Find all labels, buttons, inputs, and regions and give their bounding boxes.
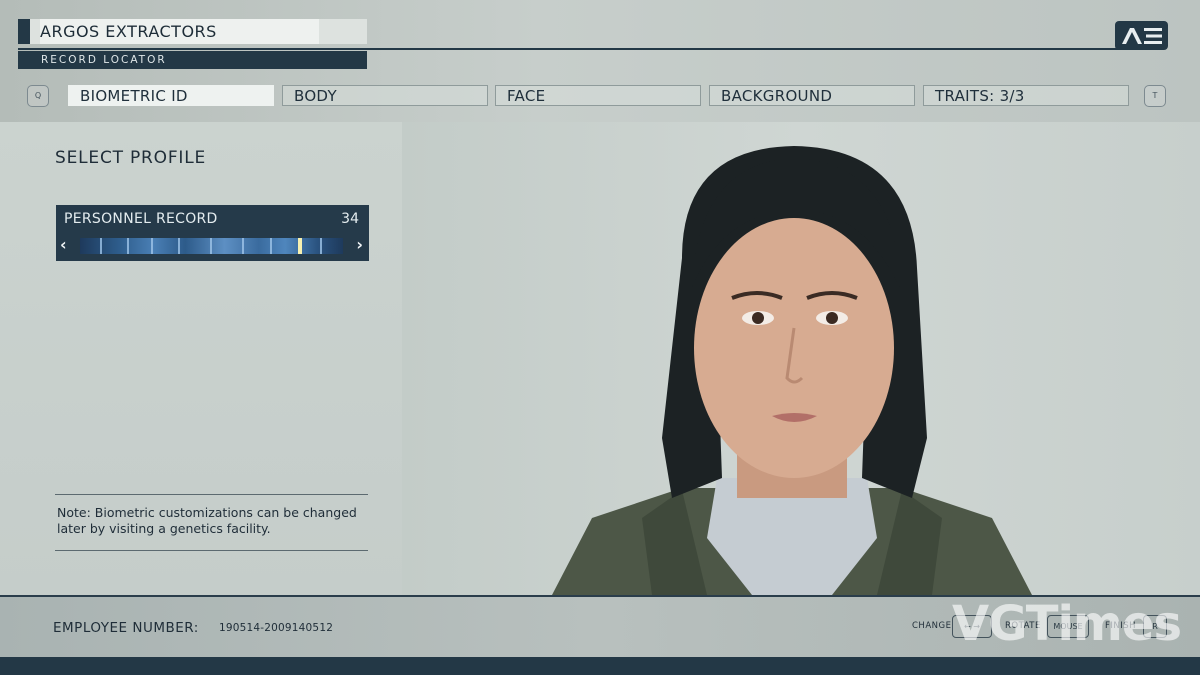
chevron-right-icon[interactable]: › — [356, 235, 363, 254]
tab-traits[interactable]: TRAITS: 3/3 — [923, 85, 1129, 106]
bottom-strip — [0, 657, 1200, 675]
change-label: CHANGE — [912, 621, 952, 631]
employee-number-label: EMPLOYEE NUMBER: — [53, 620, 199, 636]
org-name: ARGOS EXTRACTORS — [40, 19, 319, 44]
chevron-left-icon[interactable]: ‹ — [60, 235, 67, 254]
select-profile-title: SELECT PROFILE — [55, 148, 207, 168]
biometric-slider[interactable] — [80, 238, 343, 254]
slider-position-marker — [298, 238, 302, 254]
employee-number-value: 190514-2009140512 — [219, 622, 334, 634]
note-divider-bottom — [55, 550, 368, 551]
character-portrait[interactable] — [532, 138, 1052, 595]
personnel-record-selector[interactable]: PERSONNEL RECORD 34 ‹ › — [56, 205, 369, 261]
note-divider-top — [55, 494, 368, 495]
personnel-record-number: 34 — [341, 211, 359, 227]
org-accent-block — [18, 19, 30, 44]
org-header: ARGOS EXTRACTORS — [18, 19, 367, 44]
next-tab-key[interactable]: T — [1144, 85, 1166, 107]
personnel-record-label: PERSONNEL RECORD — [64, 211, 218, 227]
tab-face[interactable]: FACE — [495, 85, 701, 106]
tab-biometric-id[interactable]: BIOMETRIC ID — [68, 85, 274, 106]
tab-background[interactable]: BACKGROUND — [709, 85, 915, 106]
tab-body[interactable]: BODY — [282, 85, 488, 106]
biometric-note: Note: Biometric customizations can be ch… — [57, 505, 357, 536]
ae-logo-icon — [1115, 21, 1168, 50]
org-name-text: ARGOS EXTRACTORS — [40, 22, 217, 41]
record-locator-bar: RECORD LOCATOR — [18, 51, 367, 69]
vgtimes-watermark: VGTimes — [952, 596, 1182, 652]
header-rule — [18, 48, 1156, 50]
prev-tab-key[interactable]: Q — [27, 85, 49, 107]
